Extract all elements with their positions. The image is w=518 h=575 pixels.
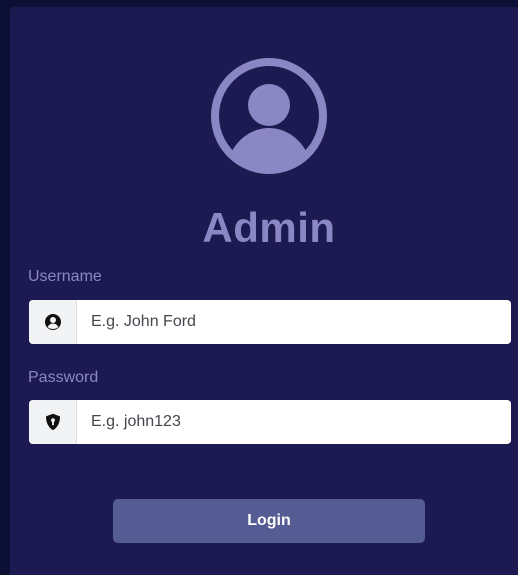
username-input[interactable] (77, 301, 511, 343)
shield-icon (29, 400, 77, 444)
password-input[interactable] (77, 401, 511, 443)
user-circle-icon (29, 300, 77, 344)
username-input-group (29, 300, 511, 344)
login-card: Admin Username Password Login (10, 7, 518, 575)
user-avatar-icon (211, 58, 327, 174)
password-label: Password (28, 369, 99, 386)
password-input-group (29, 400, 511, 444)
login-button[interactable]: Login (113, 499, 425, 543)
page-title: Admin (202, 204, 336, 251)
username-label: Username (28, 268, 102, 285)
